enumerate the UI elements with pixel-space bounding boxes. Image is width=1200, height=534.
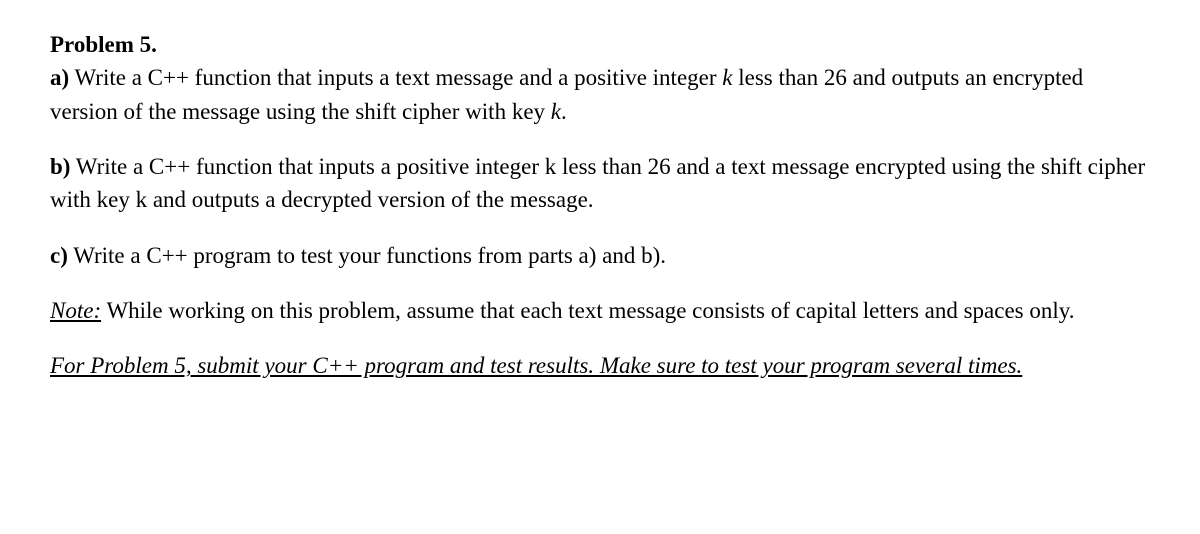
note-label: Note: <box>50 298 101 323</box>
part-a-label: a) <box>50 65 69 90</box>
part-b: b) Write a C++ function that inputs a po… <box>50 150 1150 217</box>
part-b-text: Write a C++ function that inputs a posit… <box>50 154 1145 212</box>
part-a-var2: k <box>551 99 561 124</box>
note-text: While working on this problem, assume th… <box>101 298 1074 323</box>
note-paragraph: Note: While working on this problem, ass… <box>50 294 1150 327</box>
problem-title: Problem 5. <box>50 32 157 57</box>
part-c-label: c) <box>50 243 68 268</box>
part-a-text3: . <box>561 99 567 124</box>
part-a-var1: k <box>722 65 732 90</box>
submit-text: For Problem 5, submit your C++ program a… <box>50 353 1022 378</box>
part-c: c) Write a C++ program to test your func… <box>50 239 1150 272</box>
part-b-label: b) <box>50 154 70 179</box>
part-a-text1: Write a C++ function that inputs a text … <box>69 65 722 90</box>
problem-header-and-part-a: Problem 5. a) Write a C++ function that … <box>50 28 1150 128</box>
part-c-text: Write a C++ program to test your functio… <box>68 243 666 268</box>
submit-paragraph: For Problem 5, submit your C++ program a… <box>50 349 1150 382</box>
